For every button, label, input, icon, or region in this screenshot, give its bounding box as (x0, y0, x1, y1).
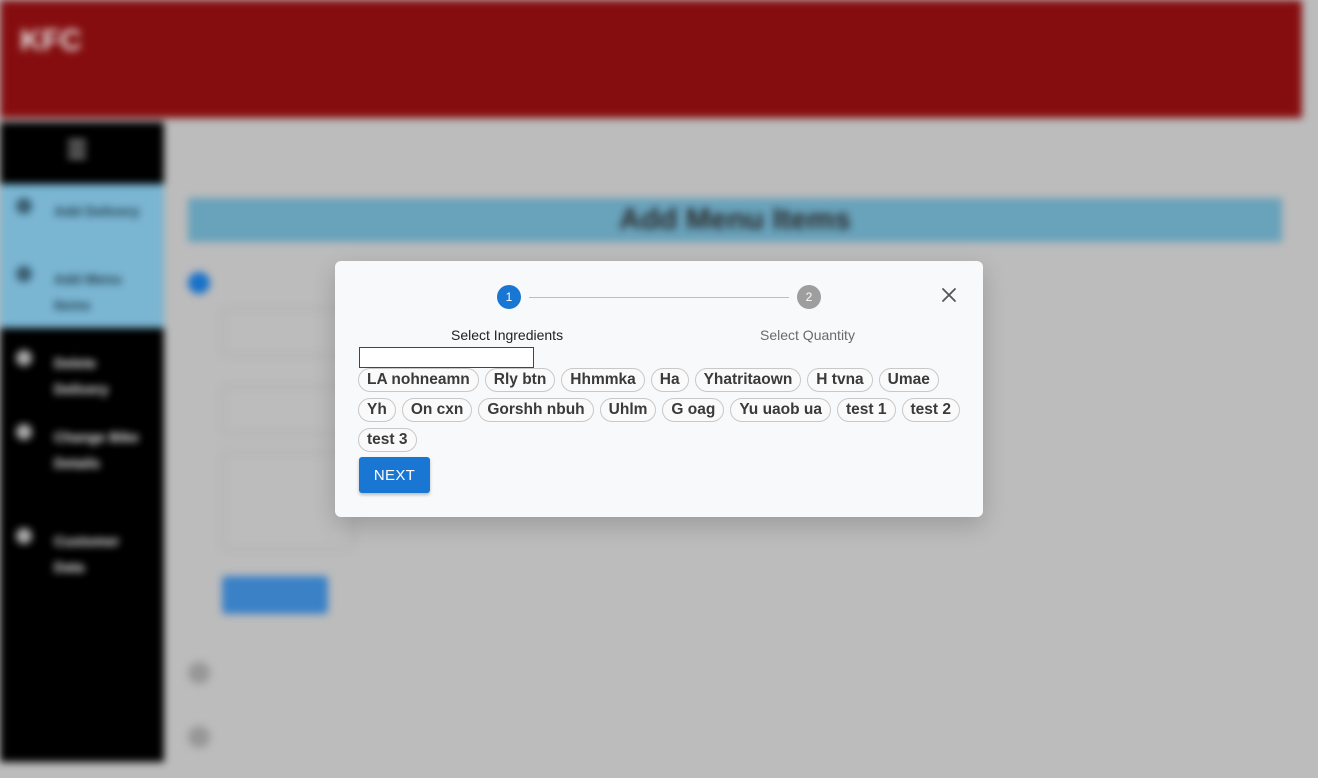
ingredient-chip[interactable]: test 2 (901, 398, 961, 422)
ingredients-dialog: 1 2 Select Ingredients Select Quantity L… (335, 261, 983, 517)
ingredient-chip[interactable]: Ha (650, 368, 689, 392)
step-1-label: Select Ingredients (451, 327, 564, 343)
step-2-label: Select Quantity (760, 327, 855, 343)
ingredient-chip[interactable]: Rly btn (484, 368, 556, 392)
ingredient-chip[interactable]: Yhatritaown (694, 368, 802, 392)
ingredient-search-input[interactable] (359, 347, 534, 368)
ingredient-chip[interactable]: Yh (358, 398, 396, 422)
ingredient-chip[interactable]: Umae (878, 368, 939, 392)
ingredient-chip[interactable]: G oag (662, 398, 725, 422)
ingredient-chip[interactable]: H tvna (807, 368, 873, 392)
ingredient-chip[interactable]: Yu uaob ua (730, 398, 832, 422)
next-button[interactable]: NEXT (359, 457, 430, 493)
step-1-indicator: 1 (497, 285, 521, 309)
close-button[interactable] (937, 283, 961, 307)
ingredient-chip[interactable]: Uhlm (599, 398, 657, 422)
close-icon (942, 288, 956, 302)
stepper-connector (529, 297, 789, 298)
ingredient-chip[interactable]: Hhmmka (561, 368, 645, 392)
ingredient-chip[interactable]: On cxn (401, 398, 473, 422)
ingredient-chip[interactable]: test 1 (837, 398, 896, 422)
ingredient-chip[interactable]: LA nohneamn (358, 368, 479, 392)
ingredient-chip-list: LA nohneamn Rly btn Hhmmka Ha Yhatritaow… (358, 368, 968, 452)
step-2-indicator: 2 (797, 285, 821, 309)
ingredient-chip[interactable]: test 3 (358, 428, 417, 452)
ingredient-chip[interactable]: Gorshh nbuh (478, 398, 594, 422)
